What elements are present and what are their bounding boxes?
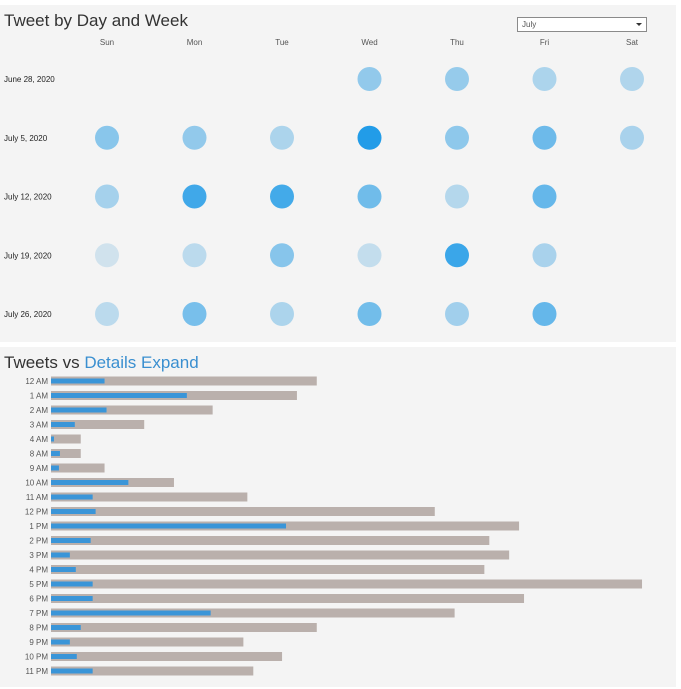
hour-label: 2 PM (29, 537, 48, 546)
hour-label: 4 PM (29, 566, 48, 575)
details-expand-bar (51, 596, 93, 601)
details-expand-bar (51, 610, 211, 616)
hour-label: 12 PM (25, 508, 48, 517)
calendar-heatmap: Sun Mon Tue Wed Thu Fri Sat June 28, 2020 July 5… (4, 38, 644, 326)
heatmap-dot (270, 302, 294, 326)
details-expand-bar (51, 465, 59, 471)
tweets-bar (51, 550, 510, 560)
details-expand-bar (51, 581, 93, 587)
details-expand-bar (51, 422, 75, 427)
heatmap-dot (270, 243, 294, 268)
details-expand-bar (51, 625, 81, 630)
hour-label: 3 PM (29, 551, 48, 560)
heatmap-dot (532, 67, 557, 91)
heatmap-dot (182, 184, 207, 209)
hour-label: 11 AM (26, 493, 48, 502)
hour-label: 10 PM (25, 653, 48, 662)
heatmap-dot (532, 125, 557, 150)
details-expand-bar (51, 451, 60, 456)
heatmap-dot (95, 302, 119, 326)
tweets-bar (51, 637, 244, 647)
hour-label: 8 AM (30, 450, 49, 459)
day-label: Fri (540, 38, 550, 47)
hour-label: 11 PM (25, 667, 48, 676)
day-label: Wed (361, 38, 377, 47)
hour-label: 12 AM (25, 377, 48, 386)
details-expand-bar (51, 407, 107, 413)
heatmap-dot (95, 125, 119, 150)
tweets-bar (51, 507, 435, 516)
details-expand-bar (51, 480, 129, 485)
heatmap-dot (445, 125, 469, 150)
hour-label: 6 PM (29, 595, 48, 604)
details-expand-bar (51, 567, 76, 572)
hour-label: 5 PM (29, 580, 48, 589)
tweets-bar (51, 536, 490, 545)
heatmap-dot (357, 125, 382, 150)
heatmap-dot (357, 184, 382, 209)
calendar-panel: Tweet by Day and Week July Sun Mon Tue Wed T… (0, 5, 676, 342)
heatmap-dot (270, 125, 294, 150)
hourly-panel: Tweets vs Details Expand 12 AM 1 AM 2 AM 3 … (0, 347, 676, 687)
heatmap-dot (270, 184, 294, 209)
week-label: June 28, 2020 (4, 75, 55, 84)
tweets-bar (51, 623, 317, 632)
tweets-bar (51, 565, 485, 574)
heatmap-dot (532, 243, 557, 268)
heatmap-dot (445, 184, 469, 209)
details-expand-bar (51, 378, 105, 384)
hour-label: 3 AM (30, 421, 49, 430)
heatmap-dot (182, 243, 207, 268)
day-label: Sat (626, 38, 639, 47)
heatmap-dot (620, 67, 644, 91)
details-expand-bar (51, 639, 70, 645)
day-label: Tue (275, 38, 289, 47)
details-expand-bar (51, 436, 54, 442)
heatmap-dot (95, 184, 119, 209)
heatmap-dot (95, 243, 119, 268)
heatmap-dot (445, 302, 469, 326)
tweets-bar (51, 463, 105, 473)
hour-label: 9 AM (30, 464, 49, 473)
week-label: July 5, 2020 (4, 134, 48, 143)
hour-label: 1 AM (30, 392, 49, 401)
heatmap-dot (445, 243, 469, 268)
day-label: Sun (100, 38, 114, 47)
details-expand-bar (51, 494, 93, 500)
tweets-bar (51, 434, 81, 444)
heatmap-dot (357, 243, 382, 268)
details-expand-bar (51, 523, 287, 529)
hour-label: 2 AM (30, 406, 49, 415)
hour-label: 7 PM (29, 609, 48, 618)
tweets-bar (51, 579, 643, 589)
heatmap-dot (357, 67, 382, 91)
hourly-bar-chart: 12 AM 1 AM 2 AM 3 AM 4 AM 8 AM 9 AM 10 AM 11 AM 1… (25, 376, 643, 676)
heatmap-dot (445, 67, 469, 91)
heatmap-dot (182, 302, 207, 326)
day-label: Thu (450, 38, 464, 47)
details-expand-bar (51, 538, 91, 543)
heatmap-dot (357, 302, 382, 326)
heatmap-dot (532, 302, 557, 326)
day-label: Mon (187, 38, 203, 47)
hour-label: 4 AM (30, 435, 49, 444)
heatmap-dot (182, 125, 207, 150)
week-label: July 26, 2020 (4, 310, 52, 319)
details-expand-bar (51, 393, 187, 398)
details-expand-bar (51, 552, 70, 558)
heatmap-dot (620, 125, 644, 150)
hour-label: 10 AM (25, 479, 48, 488)
tweets-bar (51, 594, 525, 603)
week-label: July 12, 2020 (4, 193, 52, 202)
details-expand-bar (51, 654, 77, 659)
details-expand-bar (51, 509, 96, 514)
tweets-bar (51, 652, 283, 661)
details-expand-bar (51, 668, 93, 674)
week-label: July 19, 2020 (4, 251, 52, 260)
heatmap-dot (532, 184, 557, 209)
hour-label: 9 PM (29, 638, 48, 647)
hour-label: 8 PM (29, 624, 48, 633)
hour-label: 1 PM (29, 522, 48, 531)
